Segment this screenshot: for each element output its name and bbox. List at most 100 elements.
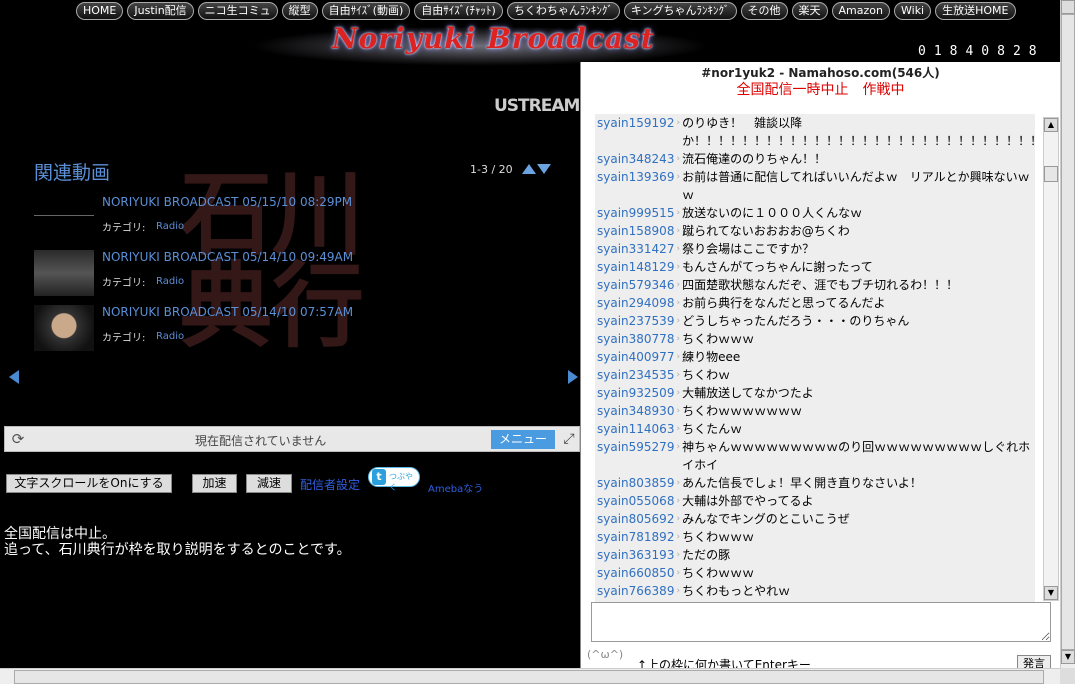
chat-text: のりゆき！ 雑談以降か！！！！！！！！！！！！！！！！！！！！！！！！！！！！！… [682,116,1035,148]
chat-username[interactable]: syain294098 [597,294,674,312]
chat-message-input[interactable] [591,602,1051,642]
chat-username[interactable]: syain234535 [597,366,674,384]
chat-username[interactable]: syain159192 [597,114,674,150]
twitter-icon: t [372,469,386,485]
chat-username[interactable]: syain139369 [597,168,674,204]
chat-username[interactable]: syain579346 [597,276,674,294]
video-thumbnail[interactable] [34,305,94,351]
chat-username[interactable]: syain805692 [597,510,674,528]
nav-button[interactable]: Amazon [831,2,890,20]
notice-line: 全国配信は中止。 [4,526,116,542]
nav-button[interactable]: 自由ｻｲｽﾞ(動画) [321,2,411,20]
nav-button[interactable]: その他 [740,2,788,20]
ameba-link[interactable]: Amebaなう [428,480,483,495]
chat-username[interactable]: syain237539 [597,312,674,330]
page-scroll-down-icon[interactable]: ▼ [1061,650,1075,664]
nav-button[interactable]: ニコ生コミュ [197,2,278,20]
pager-down-icon[interactable] [537,164,551,174]
scroll-down-icon[interactable]: ▼ [1044,586,1058,600]
chat-text: みんなでキングのとこいこうぜ [682,512,850,526]
video-title-link[interactable]: NORIYUKI BROADCAST 05/14/10 09:49AM [102,250,353,264]
broadcaster-settings-link[interactable]: 配信者設定 [300,476,360,493]
chat-username[interactable]: syain348930 [597,402,674,420]
category-link[interactable]: Radio [156,331,184,342]
video-title-link[interactable]: NORIYUKI BROADCAST 05/14/10 07:57AM [102,305,353,319]
fullscreen-icon[interactable]: ⤢ [560,430,578,448]
visitor-counter: 01840828 [918,44,1045,59]
site-logo[interactable]: Noriyuki Broadcast [332,22,655,55]
video-thumbnail[interactable] [34,250,94,296]
nav-button[interactable]: 生放送HOME [935,2,1016,20]
related-video-item[interactable]: NORIYUKI BROADCAST 05/14/10 07:57AM カテゴリ… [34,305,394,351]
chat-message: syain766389 › ちくわもっとやれｗ [595,582,1035,600]
chat-username[interactable]: syain595279 [597,438,674,474]
nav-button[interactable]: 縦型 [281,2,318,20]
pager-up-icon[interactable] [522,164,536,174]
carousel-next-icon[interactable] [568,370,578,384]
chat-text: ただの豚 [682,548,731,562]
category-label: カテゴリ: [102,278,146,289]
chat-username[interactable]: syain781892 [597,528,674,546]
chat-panel: #nor1yuk2 - Namahoso.com(546人) 全国配信一時中止 … [580,62,1060,684]
chat-message: syain579346 › 四面楚歌状態なんだぞ、涯でもブチ切れるわ！！！ [595,276,1035,294]
video-thumbnail[interactable] [34,195,94,241]
chat-separator: › [676,532,681,542]
nav-button[interactable]: ちくわちゃんﾗﾝｷﾝｸﾞ [506,2,620,20]
menu-button[interactable]: メニュー [491,430,555,449]
chat-log[interactable]: syain159192 › のりゆき！ 雑談以降か！！！！！！！！！！！！！！！！！… [595,114,1035,602]
category-link[interactable]: Radio [156,221,184,232]
chat-username[interactable]: syain158908 [597,222,674,240]
chat-separator: › [676,568,681,578]
chat-separator: › [676,262,681,272]
text-scroll-button[interactable]: 文字スクロールをOnにする [6,474,172,493]
page-hscroll-thumb[interactable] [14,670,1044,684]
nav-button[interactable]: キングちゃんﾗﾝｷﾝｸﾞ [623,2,737,20]
chat-username[interactable]: syain114063 [597,420,674,438]
chat-text: あんた信長でしょ！早く開き直りなさいよ！ [682,476,922,490]
chat-username[interactable]: syain348243 [597,150,674,168]
nav-button[interactable]: 自由ｻｲｽﾞ(ﾁｬｯﾄ) [414,2,503,20]
nav-button[interactable]: Wiki [894,2,932,20]
chat-text: 大輔は外部でやってるよ [682,494,814,508]
scroll-up-icon[interactable]: ▲ [1044,118,1058,132]
chat-username[interactable]: syain660850 [597,564,674,582]
chat-username[interactable]: syain932509 [597,384,674,402]
tweet-button[interactable]: t つぶやく [368,467,420,492]
page-horizontal-scrollbar[interactable] [0,668,1060,684]
chat-username[interactable]: syain803859 [597,474,674,492]
chat-text: ちくわｗｗｗｗｗｗｗ [682,404,803,418]
nav-button[interactable]: 楽天 [791,2,828,20]
chat-username[interactable]: syain055068 [597,492,674,510]
speed-up-button[interactable]: 加速 [192,474,237,493]
chat-text: ちくわｗｗｗ [682,566,755,580]
related-video-item[interactable]: NORIYUKI BROADCAST 05/15/10 08:29PM カテゴリ… [34,195,394,241]
slow-down-button[interactable]: 減速 [246,474,292,493]
video-title-link[interactable]: NORIYUKI BROADCAST 05/15/10 08:29PM [102,195,352,209]
chat-text: 練り物eee [682,350,741,364]
chat-username[interactable]: syain331427 [597,240,674,258]
top-nav: HOME Justin配信 ニコ生コミュ 縦型 自由ｻｲｽﾞ(動画) 自由ｻｲｽﾞ(ﾁｬｯ… [76,2,1016,20]
chat-subtitle: 全国配信一時中止 作戦中 [736,82,905,98]
chat-username[interactable]: syain363193 [597,546,674,564]
chat-scrollbar[interactable]: ▲ ▼ [1043,117,1059,601]
nav-button[interactable]: HOME [76,2,124,20]
page-vertical-scrollbar[interactable]: ▼ [1060,0,1075,668]
nav-button[interactable]: Justin配信 [127,2,194,20]
page-scroll-thumb[interactable] [1061,14,1075,650]
scrollbar-corner [1060,668,1075,684]
related-video-item[interactable]: NORIYUKI BROADCAST 05/14/10 09:49AM カテゴリ… [34,250,394,296]
chat-username[interactable]: syain148129 [597,258,674,276]
chat-username[interactable]: syain400977 [597,348,674,366]
chat-username[interactable]: syain999515 [597,204,674,222]
chat-separator: › [676,352,681,362]
scroll-thumb[interactable] [1044,166,1058,182]
chat-text: ちくわもっとやれｗ [682,584,791,598]
refresh-icon[interactable]: ⟳ [8,430,28,448]
chat-username[interactable]: syain766389 [597,582,674,600]
player-status-bar: ⟳ 現在配信されていません メニュー ⤢ [4,426,580,452]
category-link[interactable]: Radio [156,276,184,287]
chat-message: syain348243 › 流石俺達ののりちゃん！！ [595,150,1035,168]
page-scroll-up-icon[interactable] [1061,0,1075,14]
carousel-prev-icon[interactable] [9,370,19,384]
chat-username[interactable]: syain380778 [597,330,674,348]
